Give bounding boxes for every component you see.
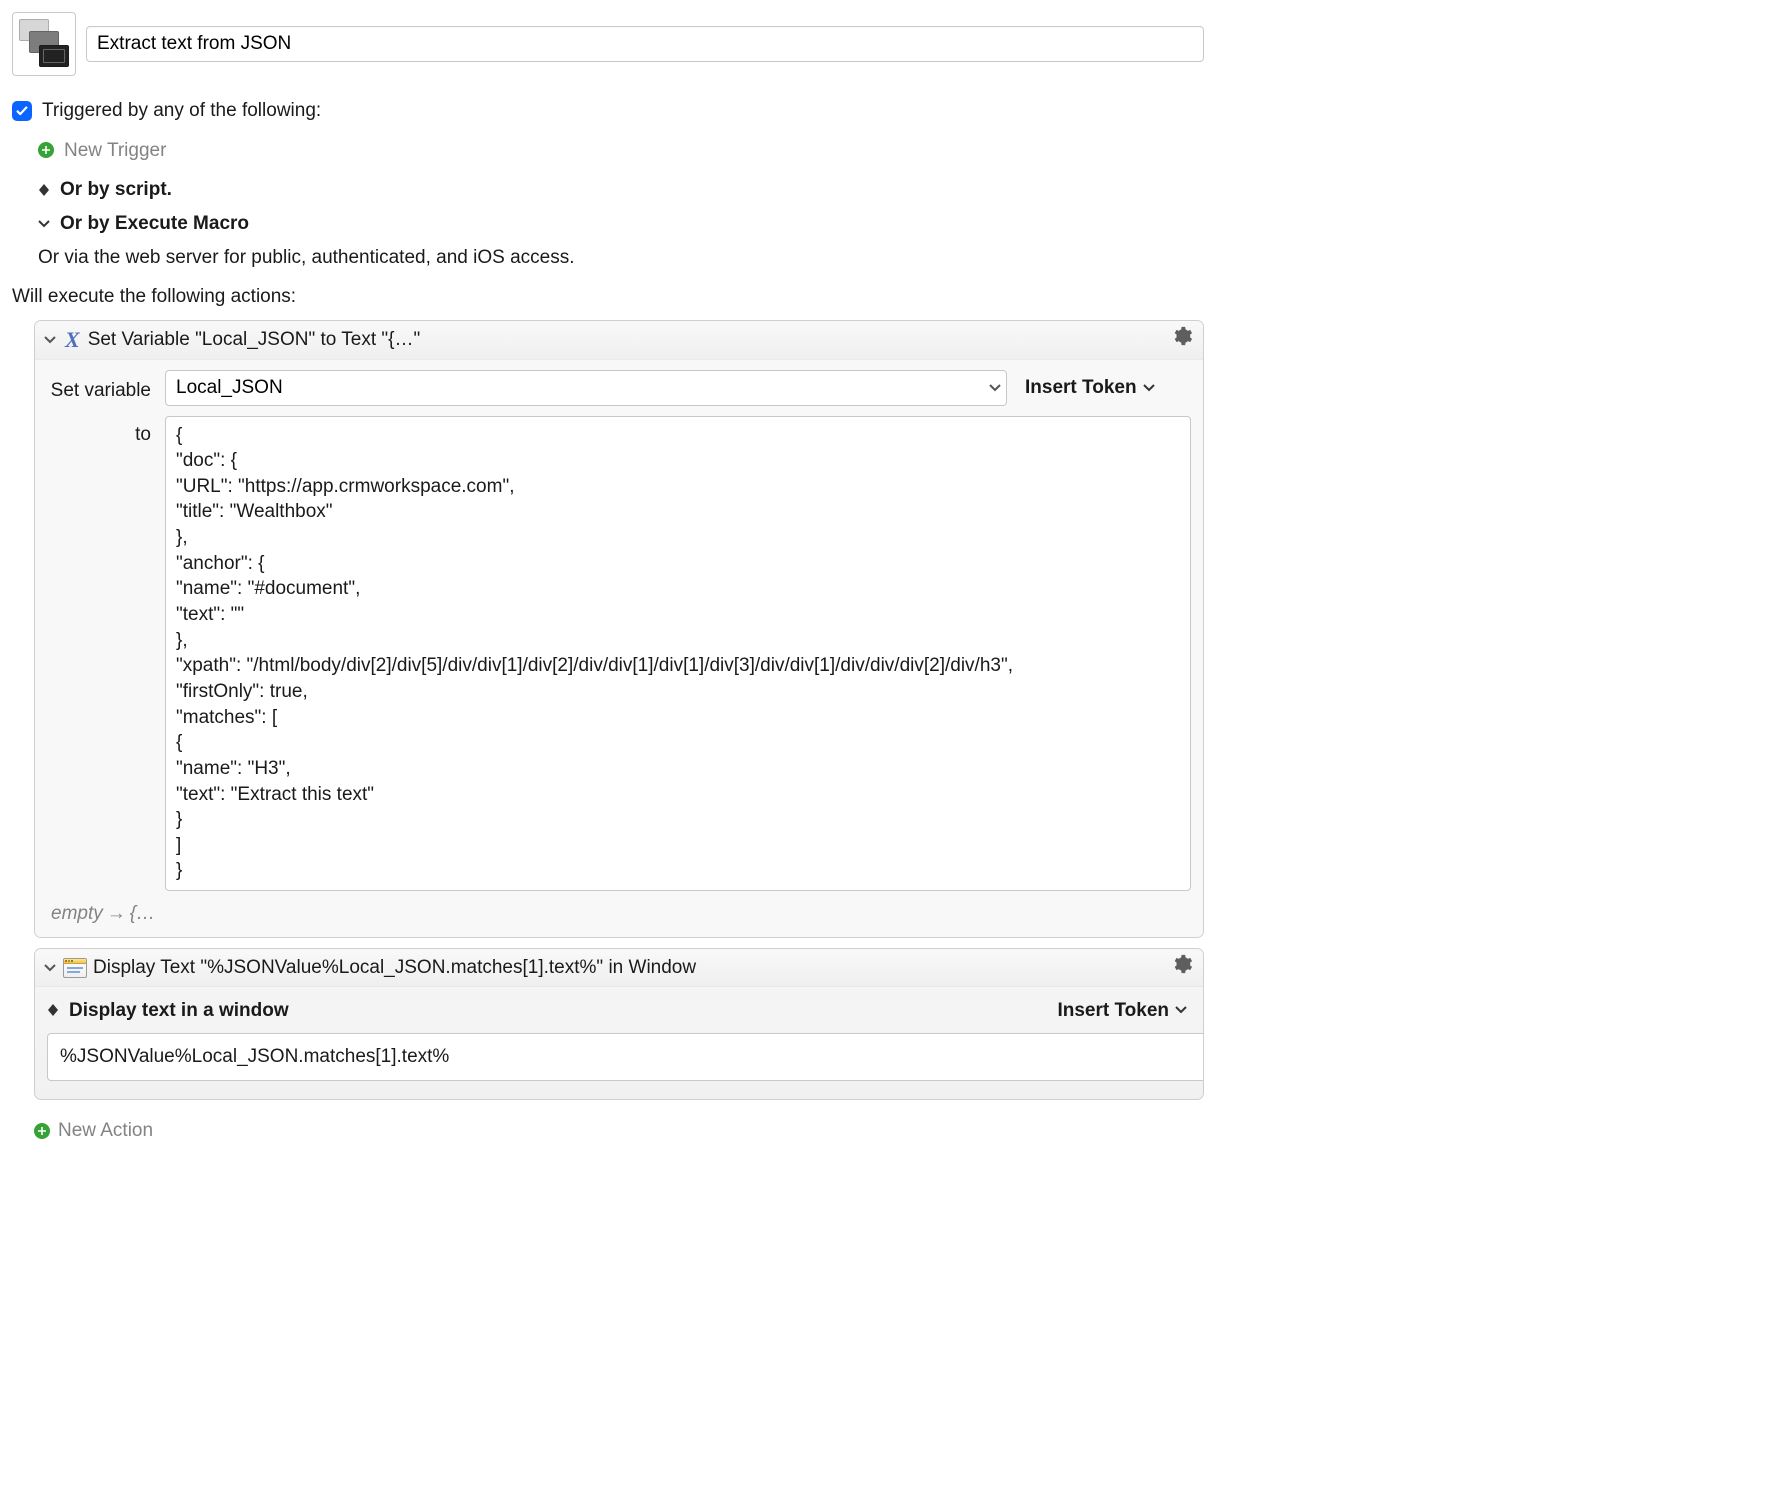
- new-action-label[interactable]: New Action: [58, 1118, 153, 1144]
- to-label: to: [47, 416, 151, 448]
- insert-token-button[interactable]: Insert Token: [1053, 993, 1191, 1027]
- or-by-script-label: Or by script.: [60, 177, 172, 203]
- display-window-icon: [63, 958, 87, 978]
- insert-token-button[interactable]: Insert Token: [1021, 371, 1159, 405]
- new-trigger-label[interactable]: New Trigger: [64, 138, 166, 164]
- action-set-variable[interactable]: X Set Variable "Local_JSON" to Text "{…"…: [34, 320, 1204, 938]
- display-subtitle: Display text in a window: [69, 998, 289, 1024]
- triggers-heading: Triggered by any of the following:: [42, 98, 321, 124]
- macro-icon[interactable]: [12, 12, 76, 76]
- or-via-web-server-label: Or via the web server for public, authen…: [38, 245, 575, 271]
- variable-icon: X: [63, 325, 82, 355]
- variable-hint: empty→{…: [47, 901, 1191, 927]
- disclosure-toggle[interactable]: [43, 327, 57, 353]
- variable-dropdown-button[interactable]: [983, 371, 1006, 405]
- action-gear-button[interactable]: [1171, 953, 1193, 983]
- action-title: Display Text "%JSONValue%Local_JSON.matc…: [93, 955, 696, 981]
- action-gear-button[interactable]: [1171, 325, 1193, 355]
- triggers-enabled-checkbox[interactable]: [12, 101, 32, 121]
- macro-name-input[interactable]: [86, 26, 1204, 62]
- action-display-text[interactable]: Display Text "%JSONValue%Local_JSON.matc…: [34, 948, 1204, 1100]
- add-action-button[interactable]: [34, 1123, 50, 1139]
- disclosure-toggle[interactable]: [43, 955, 57, 981]
- variable-text-value[interactable]: { "doc": { "URL": "https://app.crmworksp…: [165, 416, 1191, 892]
- display-mode-toggle[interactable]: [47, 1004, 59, 1016]
- or-by-script-toggle[interactable]: [38, 184, 50, 196]
- or-by-execute-macro-toggle[interactable]: [38, 220, 50, 228]
- add-trigger-button[interactable]: [38, 142, 54, 158]
- set-variable-label: Set variable: [47, 372, 151, 404]
- display-text-value[interactable]: %JSONValue%Local_JSON.matches[1].text%: [47, 1033, 1204, 1081]
- variable-name-input[interactable]: [166, 371, 983, 405]
- or-by-execute-macro-label: Or by Execute Macro: [60, 211, 249, 237]
- action-title: Set Variable "Local_JSON" to Text "{…": [88, 327, 421, 353]
- actions-heading: Will execute the following actions:: [12, 284, 1204, 310]
